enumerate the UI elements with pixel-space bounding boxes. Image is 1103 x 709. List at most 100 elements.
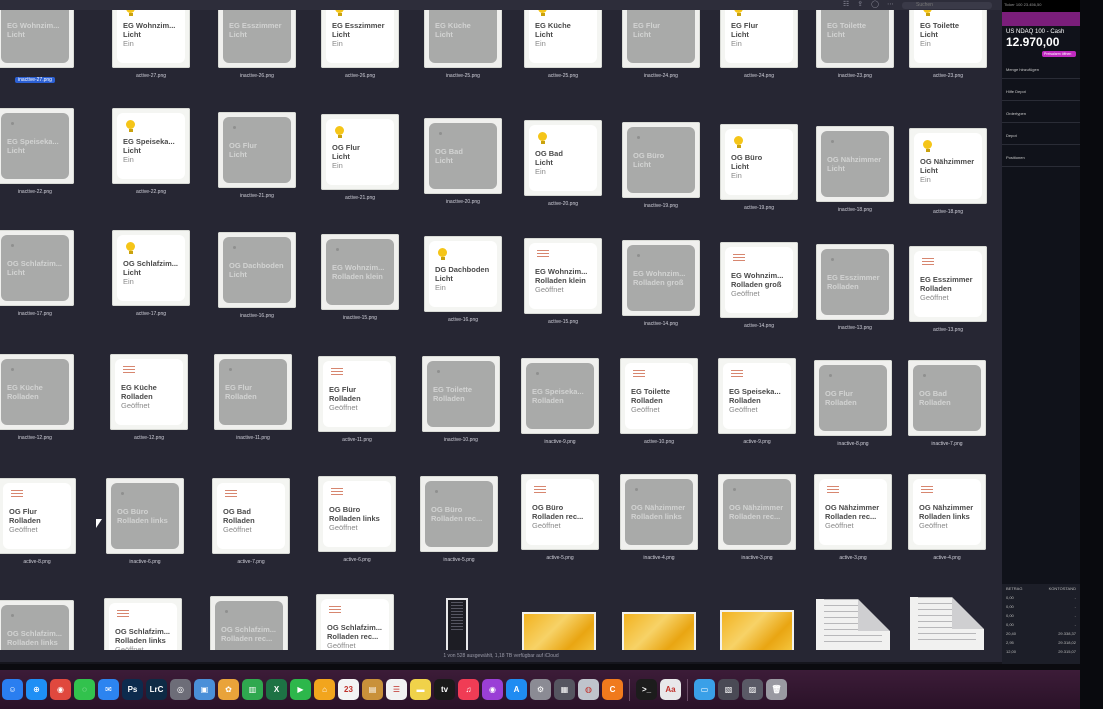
file-thumbnail[interactable]: EG Küche Licht Ein [524, 0, 602, 68]
file-name[interactable]: active-26.png [305, 73, 415, 79]
file-thumbnail[interactable]: OG Büro Rolladen links Geöffnet [318, 476, 396, 552]
file-name[interactable]: active-19.png [704, 205, 814, 211]
file-item[interactable]: OG Büro Rolladen links inactive-6.png [90, 478, 200, 565]
file-thumbnail[interactable]: EG Speiseka... Licht [0, 108, 74, 184]
file-name[interactable]: inactive-11.png [198, 435, 308, 441]
file-name[interactable]: inactive-4.png [604, 555, 714, 561]
file-name[interactable]: active-17.png [96, 311, 206, 317]
file-item[interactable]: EG Wohnzim... Licht Ein active-27.png [96, 0, 206, 79]
system-settings-icon[interactable]: ⚙ [530, 679, 551, 700]
mail-icon[interactable]: ✉ [98, 679, 119, 700]
excel-icon[interactable]: X [266, 679, 287, 700]
file-item[interactable]: OG Büro Licht inactive-19.png [606, 122, 716, 209]
file-item[interactable]: EG Küche Licht Ein active-25.png [508, 0, 618, 79]
file-thumbnail[interactable]: EG Esszimmer Rolladen [816, 244, 894, 320]
file-item[interactable]: OG Büro Rolladen rec... inactive-5.png [404, 476, 514, 563]
file-name[interactable]: inactive-26.png [202, 73, 312, 79]
home-icon[interactable]: ⌂ [314, 679, 335, 700]
file-thumbnail[interactable]: EG Küche Licht [424, 0, 502, 68]
trading-menu-item[interactable]: Ordertypen [1002, 101, 1080, 123]
file-name[interactable]: active-13.png [893, 327, 1002, 333]
file-thumbnail[interactable]: EG Flur Rolladen Geöffnet [318, 356, 396, 432]
file-item[interactable]: EG Toilette Rolladen Geöffnet active-10.pn… [604, 358, 714, 445]
file-item[interactable]: EG Esszimmer Rolladen Geöffnet active-13.p… [893, 246, 1002, 333]
file-name[interactable]: inactive-9.png [505, 439, 615, 445]
file-thumbnail[interactable]: OG Flur Rolladen [814, 360, 892, 436]
finder-icon[interactable]: ☺ [2, 679, 23, 700]
chrome-icon[interactable]: ◉ [50, 679, 71, 700]
podcasts-icon[interactable]: ◉ [482, 679, 503, 700]
file-thumbnail[interactable]: EG Esszimmer Licht [218, 0, 296, 68]
file-thumbnail[interactable]: OG Bad Licht [424, 118, 502, 194]
file-name[interactable]: active-4.png [892, 555, 1002, 561]
preview-icon[interactable]: ▣ [194, 679, 215, 700]
file-thumbnail[interactable]: EG Küche Rolladen Geöffnet [110, 354, 188, 430]
file-thumbnail[interactable]: DG Dachboden Licht Ein [424, 236, 502, 312]
terminal-icon[interactable]: >_ [636, 679, 657, 700]
trading-menu-item[interactable]: Menge hinzufügen [1002, 57, 1080, 79]
file-name[interactable]: active-21.png [305, 195, 415, 201]
file-name[interactable]: active-8.png [0, 559, 92, 565]
recent-stack-2-icon[interactable]: ▨ [742, 679, 763, 700]
file-name[interactable]: active-7.png [196, 559, 306, 565]
file-item[interactable]: EG Küche Rolladen inactive-12.png [0, 354, 90, 441]
file-name[interactable]: inactive-12.png [0, 435, 90, 441]
file-thumbnail[interactable]: EG Esszimmer Rolladen Geöffnet [909, 246, 987, 322]
file-thumbnail[interactable]: OG Bad Licht Ein [524, 120, 602, 196]
file-thumbnail[interactable]: EG Wohnzim... Licht Ein [112, 0, 190, 68]
file-thumbnail[interactable]: OG Nähzimmer Rolladen links [620, 474, 698, 550]
file-thumbnail[interactable]: EG Toilette Rolladen Geöffnet [620, 358, 698, 434]
file-thumbnail[interactable]: OG Nähzimmer Licht Ein [909, 128, 987, 204]
file-item[interactable]: OG Bad Rolladen inactive-7.png [892, 360, 1002, 447]
file-item[interactable]: EG Flur Rolladen Geöffnet active-11.png [302, 356, 412, 443]
file-name[interactable]: inactive-15.png [305, 315, 415, 321]
file-thumbnail[interactable]: EG Flur Licht [622, 0, 700, 68]
tv-icon[interactable]: tv [434, 679, 455, 700]
file-thumbnail[interactable]: EG Wohnzim... Rolladen klein [321, 234, 399, 310]
file-thumbnail[interactable]: OG Büro Rolladen rec... [420, 476, 498, 552]
file-thumbnail[interactable]: EG Wohnzim... Licht [0, 0, 74, 68]
file-name[interactable]: inactive-10.png [406, 437, 516, 443]
file-name[interactable]: active-16.png [408, 317, 518, 323]
stickies-icon[interactable]: ▬ [410, 679, 431, 700]
file-name[interactable]: inactive-27.png [15, 77, 55, 83]
file-name[interactable]: active-12.png [94, 435, 204, 441]
messages-icon[interactable]: ◌ [74, 679, 95, 700]
file-thumbnail[interactable]: EG Speiseka... Rolladen Geöffnet [718, 358, 796, 434]
search-input[interactable]: Suchen [902, 1, 992, 9]
file-item[interactable]: EG Toilette Rolladen inactive-10.png [406, 356, 516, 443]
file-item[interactable]: EG Esszimmer Licht Ein active-26.png [305, 0, 415, 79]
file-thumbnail[interactable]: OG Bad Rolladen [908, 360, 986, 436]
file-thumbnail[interactable]: OG Büro Rolladen links [106, 478, 184, 554]
font-book-icon[interactable]: Aa [660, 679, 681, 700]
reminders-icon[interactable]: ☰ [386, 679, 407, 700]
file-name[interactable]: active-5.png [505, 555, 615, 561]
file-item[interactable]: EG Speiseka... Rolladen inactive-9.png [505, 358, 615, 445]
file-name[interactable]: inactive-21.png [202, 193, 312, 199]
orange-app-icon[interactable]: C [602, 679, 623, 700]
file-item[interactable]: EG Flur Rolladen inactive-11.png [198, 354, 308, 441]
downloads-folder-icon[interactable]: ▭ [694, 679, 715, 700]
lightroom-icon[interactable]: LrC [146, 679, 167, 700]
file-thumbnail[interactable]: OG Dachboden Licht [218, 232, 296, 308]
file-name[interactable]: active-20.png [508, 201, 618, 207]
file-name[interactable]: active-6.png [302, 557, 412, 563]
file-item[interactable]: OG Büro Licht Ein active-19.png [704, 124, 814, 211]
file-item[interactable]: EG Esszimmer Licht inactive-26.png [202, 0, 312, 79]
file-item[interactable]: OG Büro Rolladen rec... Geöffnet active-5.… [505, 474, 615, 561]
file-item[interactable]: EG Toilette Licht Ein active-23.png [893, 0, 1002, 79]
appstore-icon[interactable]: A [506, 679, 527, 700]
file-item[interactable]: EG Küche Rolladen Geöffnet active-12.png [94, 354, 204, 441]
file-thumbnail[interactable]: OG Nähzimmer Licht [816, 126, 894, 202]
file-name[interactable]: active-11.png [302, 437, 412, 443]
file-name[interactable]: active-14.png [704, 323, 814, 329]
file-item[interactable]: OG Nähzimmer Rolladen rec... inactive-3.p… [702, 474, 812, 561]
file-name[interactable]: inactive-7.png [892, 441, 1002, 447]
tag-icon[interactable]: ◯ [871, 0, 879, 10]
file-thumbnail[interactable]: EG Speiseka... Licht Ein [112, 108, 190, 184]
file-item[interactable]: OG Bad Licht Ein active-20.png [508, 120, 618, 207]
file-thumbnail[interactable]: OG Schlafzim... Licht [0, 230, 74, 306]
trading-menu-item[interactable]: Hilfe Depot [1002, 79, 1080, 101]
file-name[interactable]: inactive-5.png [404, 557, 514, 563]
trash-icon[interactable]: 🗑 [766, 679, 787, 700]
